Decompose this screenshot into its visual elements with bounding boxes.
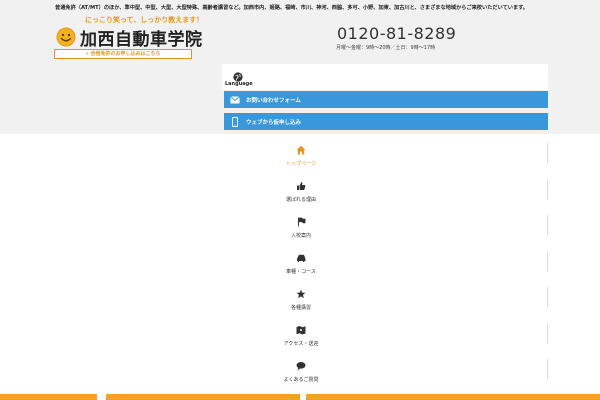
flag-icon xyxy=(222,215,380,227)
language-label: Language xyxy=(225,81,253,87)
footer-bar xyxy=(0,394,97,400)
web-application-button[interactable]: ウェブから仮申し込み xyxy=(224,113,548,130)
language-selector[interactable]: Language xyxy=(222,64,548,90)
footer-bar xyxy=(106,394,300,400)
intro-text: 普通免許（AT/MT）のほか、準中型、中型、大型、大型特殊、高齢者講習など。加西… xyxy=(55,5,528,11)
nav-label: アクセス・送迎 xyxy=(283,341,319,347)
logo-text: 加西自動車学院 xyxy=(80,29,203,50)
nav-item-courses[interactable]: 車種・コース xyxy=(222,251,380,287)
phone-number[interactable]: 0120-81-8289 xyxy=(337,24,456,43)
globe-icon xyxy=(233,67,243,82)
business-hours: 月曜〜金曜：9時〜20時／土日：9時〜17時 xyxy=(336,45,436,51)
car-icon xyxy=(222,251,380,263)
nav-divider xyxy=(547,215,548,235)
footer-bar xyxy=(306,394,600,400)
nav-label: よくあるご質問 xyxy=(283,377,319,383)
contact-form-label: お問い合わせフォーム xyxy=(246,97,301,104)
envelope-icon xyxy=(230,95,240,105)
nav-divider xyxy=(547,251,548,271)
logo[interactable]: 加西自動車学院 xyxy=(56,26,203,50)
map-icon xyxy=(222,323,380,335)
home-icon xyxy=(222,143,380,155)
nav-item-faq[interactable]: よくあるご質問 xyxy=(222,359,380,395)
nav-item-lectures[interactable]: 各種講習 xyxy=(222,287,380,323)
thumbs-up-icon xyxy=(222,179,380,191)
nav-label: 各種講習 xyxy=(290,305,311,311)
course-application-button[interactable]: » 合宿免許のお申し込みはこちら xyxy=(54,49,192,59)
speech-bubble-icon xyxy=(222,359,380,371)
star-icon xyxy=(222,287,380,299)
nav-item-reasons[interactable]: 選ばれる理由 xyxy=(222,179,380,215)
nav-label: 車種・コース xyxy=(286,269,316,275)
smartphone-icon xyxy=(230,116,240,127)
nav-divider xyxy=(547,287,548,307)
nav-item-top-page[interactable]: トップページ xyxy=(222,143,380,179)
nav-label: トップページ xyxy=(286,161,316,167)
nav-divider xyxy=(547,179,548,199)
nav-divider xyxy=(547,143,548,163)
contact-form-button[interactable]: お問い合わせフォーム xyxy=(224,91,548,108)
nav-item-access[interactable]: アクセス・送迎 xyxy=(222,323,380,359)
tagline: にっこり笑って、しっかり教えます！ xyxy=(85,16,204,24)
web-application-label: ウェブから仮申し込み xyxy=(246,119,302,126)
nav-item-admission[interactable]: 入校案内 xyxy=(222,215,380,251)
nav-label: 選ばれる理由 xyxy=(285,197,316,203)
nav-divider xyxy=(547,359,548,379)
nav-label: 入校案内 xyxy=(290,233,311,239)
nav-divider xyxy=(547,323,548,343)
smile-logo-icon xyxy=(56,27,76,47)
